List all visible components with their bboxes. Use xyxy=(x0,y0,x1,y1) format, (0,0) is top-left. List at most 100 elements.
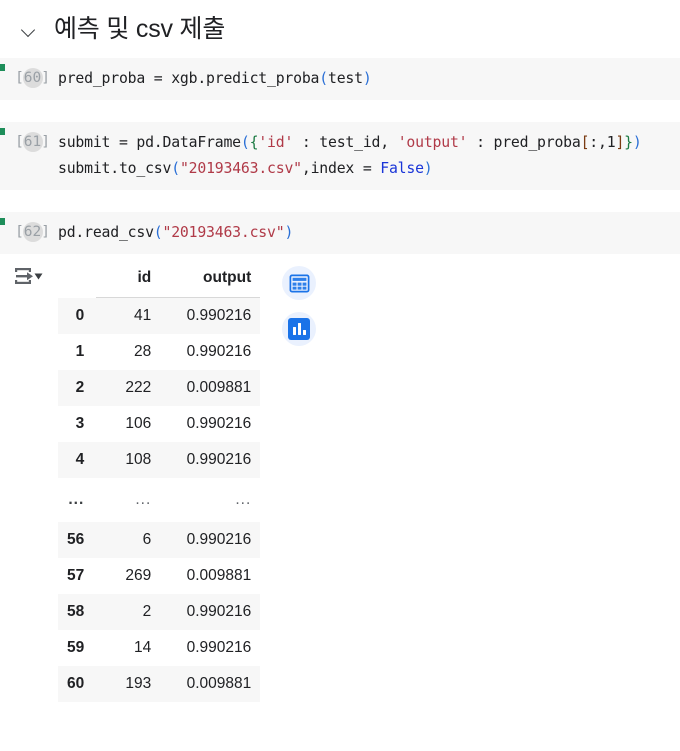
row-index-cell: 59 xyxy=(67,639,85,656)
chevron-down-icon[interactable] xyxy=(18,18,40,40)
cell-output: ... xyxy=(160,478,261,522)
run-status-icon xyxy=(0,128,5,135)
execution-count[interactable]: [61] xyxy=(0,130,58,154)
output-type-icon-column xyxy=(0,260,58,288)
dataframe-output: id output 0 41 0.990216 1 28 0.990216 2 222 0.00… xyxy=(58,260,261,702)
code-editor[interactable]: pred_proba = xgb.predict_proba(test) xyxy=(58,66,680,92)
table-row: 3 106 0.990216 xyxy=(58,406,260,442)
table-row: 57 269 0.009881 xyxy=(58,558,260,594)
cell-id: 6 xyxy=(96,522,161,558)
code-token: } xyxy=(624,134,633,151)
table-header-row: id output xyxy=(58,260,261,298)
table-row: 56 6 0.990216 xyxy=(58,522,261,558)
table-row: 60 193 0.009881 xyxy=(58,666,261,702)
cell-output: 0.009881 xyxy=(160,666,261,702)
code-token: [ xyxy=(580,134,590,151)
row-index-cell: 1 xyxy=(75,343,85,360)
table-row: 58 2 0.990216 xyxy=(58,594,261,630)
page-title: 예측 및 csv 제출 xyxy=(54,15,226,43)
cell-id: 222 xyxy=(96,370,161,406)
code-token: ) xyxy=(362,70,372,87)
execution-count-label: [61] xyxy=(15,134,50,150)
code-line: submit.to_csv("20193463.csv",index = Fal… xyxy=(58,156,680,182)
cell-output: 0.990216 xyxy=(160,594,261,630)
code-editor[interactable]: submit = pd.DataFrame({'id' : test_id, '… xyxy=(58,130,680,182)
execution-count-label: [60] xyxy=(15,70,50,86)
code-line: pd.read_csv("20193463.csv") xyxy=(58,220,680,246)
code-cell[interactable]: [60] pred_proba = xgb.predict_proba(test) xyxy=(0,58,680,100)
output-transform-icon[interactable] xyxy=(14,266,44,288)
code-token: ) xyxy=(284,224,294,241)
cell-output: 0.009881 xyxy=(186,567,252,584)
code-line: pred_proba = xgb.predict_proba(test) xyxy=(58,66,680,92)
code-token: : pred_proba xyxy=(467,134,581,151)
run-status-icon xyxy=(0,218,5,225)
table-row: 1 28 0.990216 xyxy=(58,334,260,370)
code-token: ( xyxy=(171,160,180,177)
row-index-cell: 56 xyxy=(58,522,97,558)
table-row: 0 41 0.990216 xyxy=(58,297,261,334)
code-token: ,index = xyxy=(301,160,381,177)
view-as-chart-button[interactable] xyxy=(282,312,317,346)
cell-id: 108 xyxy=(96,442,161,478)
cell-output: 0.990216 xyxy=(186,639,252,656)
cell-output: 0.990216 xyxy=(160,442,261,478)
cell-output: 0.009881 xyxy=(160,370,261,406)
code-line: submit = pd.DataFrame({'id' : test_id, '… xyxy=(58,130,680,156)
run-status-icon xyxy=(0,64,5,71)
execution-count-label: [62] xyxy=(15,224,50,240)
code-token: ) xyxy=(632,134,642,151)
code-cell[interactable]: [61] submit = pd.DataFrame({'id' : test_i… xyxy=(0,122,680,190)
dataframe-header: id output xyxy=(58,260,261,298)
cell-output: 0.990216 xyxy=(160,522,261,558)
code-editor[interactable]: pd.read_csv("20193463.csv") xyxy=(58,220,680,246)
row-index-cell: 2 xyxy=(58,370,97,406)
table-row: 4 108 0.990216 xyxy=(58,442,261,478)
section-header[interactable]: 예측 및 csv 제출 xyxy=(0,0,680,58)
code-token: "20193463.csv" xyxy=(162,224,285,241)
table-row: ......... xyxy=(58,478,261,522)
column-header-id: id xyxy=(96,260,161,298)
code-token: False xyxy=(380,160,424,177)
cell-output: 0.990216 xyxy=(186,343,252,360)
column-header-index xyxy=(58,260,96,298)
table-row: 59 14 0.990216 xyxy=(58,630,260,666)
code-token: submit.to_csv xyxy=(58,160,172,177)
dataframe-body: 0 41 0.990216 1 28 0.990216 2 222 0.009881 3 106 0.… xyxy=(58,297,261,702)
code-token: test xyxy=(327,70,363,87)
row-index-cell: 60 xyxy=(58,666,97,702)
code-token: : test_id, xyxy=(293,134,398,151)
table-grid-icon xyxy=(289,274,310,292)
code-token: "20193463.csv" xyxy=(179,160,302,177)
cell-id: 269 xyxy=(125,567,152,584)
code-token: ( xyxy=(319,70,328,87)
cell-id: 28 xyxy=(134,343,152,360)
cell-id: ... xyxy=(96,478,161,522)
row-index-cell: 58 xyxy=(58,594,97,630)
code-token: 'output' xyxy=(397,134,468,151)
dataframe-action-buttons xyxy=(260,260,317,346)
cell-id: 41 xyxy=(96,297,161,334)
code-cell[interactable]: [62] pd.read_csv("20193463.csv") xyxy=(0,212,680,254)
row-index-cell: 3 xyxy=(75,415,85,432)
row-index-cell: 0 xyxy=(58,297,97,334)
execution-count[interactable]: [60] xyxy=(0,66,58,90)
code-token: ] xyxy=(615,134,625,151)
cell-output: 0.990216 xyxy=(186,415,252,432)
column-header-output: output xyxy=(160,260,261,298)
notebook-cells: [60] pred_proba = xgb.predict_proba(test)… xyxy=(0,58,680,254)
cell-id: 193 xyxy=(96,666,161,702)
cell-id: 106 xyxy=(125,415,152,432)
row-index-cell: 4 xyxy=(58,442,97,478)
cell-output-area: id output 0 41 0.990216 1 28 0.990216 2 222 0.00… xyxy=(0,254,680,702)
cell-id: 14 xyxy=(134,639,152,656)
code-token: :,1 xyxy=(589,134,616,151)
code-token: ( xyxy=(153,224,163,241)
code-token: ( xyxy=(240,134,250,151)
view-as-table-button[interactable] xyxy=(282,266,317,300)
dataframe-table: id output 0 41 0.990216 1 28 0.990216 2 222 0.00… xyxy=(58,260,261,702)
code-token: 'id' xyxy=(258,134,294,151)
execution-count[interactable]: [62] xyxy=(0,220,58,244)
cell-id: 2 xyxy=(96,594,161,630)
code-token: pred_proba = xgb.predict_proba xyxy=(58,70,320,87)
